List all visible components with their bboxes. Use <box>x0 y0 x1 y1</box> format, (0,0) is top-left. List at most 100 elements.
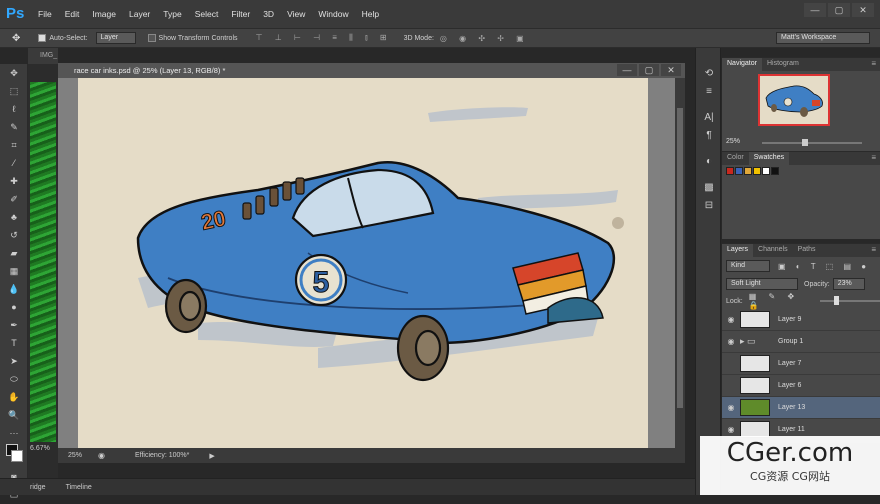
menu-edit[interactable]: Edit <box>65 9 80 19</box>
more-tools-icon[interactable]: ··· <box>0 424 28 442</box>
layer-row[interactable]: ◉ Layer 13 <box>722 397 880 419</box>
swatch[interactable] <box>762 167 770 175</box>
close-button[interactable]: ✕ <box>852 3 874 17</box>
quick-select-tool-icon[interactable]: ✎ <box>0 118 28 136</box>
move-tool-icon[interactable]: ✥ <box>12 33 20 44</box>
menu-window[interactable]: Window <box>318 9 348 19</box>
menu-type[interactable]: Type <box>163 9 181 19</box>
brush-presets-icon[interactable]: ▩ <box>696 178 722 196</box>
tab-histogram[interactable]: Histogram <box>762 58 804 71</box>
color-swatches[interactable] <box>0 442 27 468</box>
vertical-scrollbar[interactable] <box>675 78 685 448</box>
pen-tool-icon[interactable]: ✒ <box>0 316 28 334</box>
document-canvas[interactable]: 5 20 <box>58 78 675 448</box>
layer-row[interactable]: ◉ Layer 9 <box>722 309 880 331</box>
eraser-tool-icon[interactable]: ▰ <box>0 244 28 262</box>
opacity-slider-handle[interactable] <box>834 296 840 305</box>
zoom-slider-handle[interactable] <box>802 139 808 146</box>
marquee-tool-icon[interactable]: ⬚ <box>0 82 28 100</box>
lock-icons[interactable]: ▦ ✎ ✥ 🔒 <box>749 292 811 310</box>
visibility-eye-icon[interactable]: ◉ <box>722 403 740 412</box>
swatch[interactable] <box>735 167 743 175</box>
status-arrow-icon[interactable]: ▶ <box>209 452 214 460</box>
menu-select[interactable]: Select <box>195 9 219 19</box>
type-tool-icon[interactable]: T <box>0 334 28 352</box>
tab-navigator[interactable]: Navigator <box>722 58 762 71</box>
align-icons[interactable]: ⊤ ⊥ ⊢ ⊣ ≡ ⫼ ⫾ ⊞ <box>256 33 392 43</box>
tab-bridge[interactable]: ridge <box>30 484 46 491</box>
navigator-preview[interactable] <box>758 74 830 126</box>
background-color[interactable] <box>11 450 23 462</box>
lasso-tool-icon[interactable]: ℓ <box>0 100 28 118</box>
background-doc-tab[interactable]: IMG_ <box>28 48 58 64</box>
opacity-input[interactable]: 23% <box>832 278 865 290</box>
panel-menu-icon[interactable]: ≡ <box>871 153 876 162</box>
maximize-button[interactable]: ▢ <box>828 3 850 17</box>
visibility-eye-icon[interactable]: ◉ <box>722 337 740 346</box>
tab-paths[interactable]: Paths <box>793 244 821 257</box>
blur-tool-icon[interactable]: 💧 <box>0 280 28 298</box>
swatch[interactable] <box>744 167 752 175</box>
show-transform-checkbox[interactable]: Show Transform Controls <box>147 34 238 42</box>
zoom-readout[interactable]: 25% <box>68 452 82 459</box>
doc-minimize-button[interactable]: — <box>617 64 637 76</box>
tab-swatches[interactable]: Swatches <box>748 152 790 165</box>
healing-tool-icon[interactable]: ✚ <box>0 172 28 190</box>
document-titlebar[interactable]: race car inks.psd @ 25% (Layer 13, RGB/8… <box>58 63 685 78</box>
menu-help[interactable]: Help <box>362 9 379 19</box>
adjustments-icon[interactable]: ≡ <box>696 82 722 100</box>
navigator-zoom-slider[interactable] <box>762 139 862 146</box>
swatch[interactable] <box>753 167 761 175</box>
doc-maximize-button[interactable]: ▢ <box>639 64 659 76</box>
menu-file[interactable]: File <box>38 9 52 19</box>
history-icon[interactable]: ⟲ <box>696 64 722 82</box>
doc-close-button[interactable]: ✕ <box>661 64 681 76</box>
brush-tool-icon[interactable]: ✐ <box>0 190 28 208</box>
filter-icons[interactable]: ▣ ◐ T ⬚ ▤ ● <box>778 262 870 271</box>
auto-select-dropdown[interactable]: Layer <box>95 32 136 44</box>
menu-3d[interactable]: 3D <box>263 9 274 19</box>
layer-row[interactable]: ◉ ▸ ▭ Group 1 <box>722 331 880 353</box>
menu-filter[interactable]: Filter <box>231 9 250 19</box>
menu-image[interactable]: Image <box>92 9 116 19</box>
status-menu-icon[interactable]: ◉ <box>98 451 105 460</box>
clone-stamp-tool-icon[interactable]: ♣ <box>0 208 28 226</box>
minimize-button[interactable]: — <box>804 3 826 17</box>
crop-tool-icon[interactable]: ⌗ <box>0 136 28 154</box>
menu-layer[interactable]: Layer <box>129 9 150 19</box>
navigator-zoom[interactable]: 25% <box>726 138 740 145</box>
swatch[interactable] <box>771 167 779 175</box>
filter-kind-dropdown[interactable]: Kind <box>726 260 770 272</box>
shape-tool-icon[interactable]: ⬭ <box>0 370 28 388</box>
tab-timeline[interactable]: Timeline <box>66 484 92 491</box>
brushes-icon[interactable]: ⊟ <box>696 196 722 214</box>
panel-menu-icon[interactable]: ≡ <box>871 245 876 254</box>
layer-row[interactable]: Layer 6 <box>722 375 880 397</box>
swatch[interactable] <box>726 167 734 175</box>
layer-row[interactable]: Layer 7 <box>722 353 880 375</box>
visibility-eye-icon[interactable]: ◉ <box>722 425 740 434</box>
character-icon[interactable]: A| <box>696 108 722 126</box>
path-select-tool-icon[interactable]: ➤ <box>0 352 28 370</box>
opacity-slider[interactable] <box>820 296 880 305</box>
blend-mode-dropdown[interactable]: Soft Light <box>726 278 798 290</box>
menu-view[interactable]: View <box>287 9 305 19</box>
paragraph-icon[interactable]: ¶ <box>696 126 722 144</box>
workspace-dropdown[interactable]: Matt's Workspace <box>776 32 870 44</box>
visibility-eye-icon[interactable]: ◉ <box>722 315 740 324</box>
history-brush-tool-icon[interactable]: ↺ <box>0 226 28 244</box>
move-tool-icon[interactable]: ✥ <box>0 64 28 82</box>
auto-select-checkbox[interactable]: Auto-Select: <box>38 34 88 42</box>
zoom-tool-icon[interactable]: 🔍 <box>0 406 28 424</box>
panel-menu-icon[interactable]: ≡ <box>871 59 876 68</box>
gradient-tool-icon[interactable]: ▦ <box>0 262 28 280</box>
eyedropper-tool-icon[interactable]: ⁄ <box>0 154 28 172</box>
scrollbar-thumb[interactable] <box>677 108 683 408</box>
background-document[interactable]: IMG_ 6.67% <box>28 48 58 478</box>
dodge-tool-icon[interactable]: ● <box>0 298 28 316</box>
3d-mode-icons[interactable]: ◎ ◉ ✣ ✢ ▣ <box>440 34 529 43</box>
hand-tool-icon[interactable]: ✋ <box>0 388 28 406</box>
tab-channels[interactable]: Channels <box>753 244 793 257</box>
tab-color[interactable]: Color <box>722 152 749 165</box>
styles-icon[interactable]: ◐ <box>696 152 722 170</box>
